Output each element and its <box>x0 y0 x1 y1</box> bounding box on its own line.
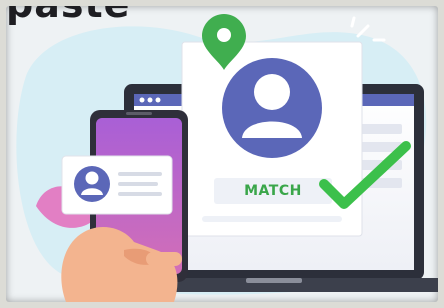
illustration-frame: paste <box>6 6 438 302</box>
match-label: MATCH <box>244 183 302 199</box>
contact-card <box>61 155 173 215</box>
profile-card <box>181 41 363 237</box>
illustration-canvas <box>16 14 438 302</box>
user-avatar-icon <box>222 58 322 158</box>
user-avatar-small-icon <box>74 166 110 202</box>
